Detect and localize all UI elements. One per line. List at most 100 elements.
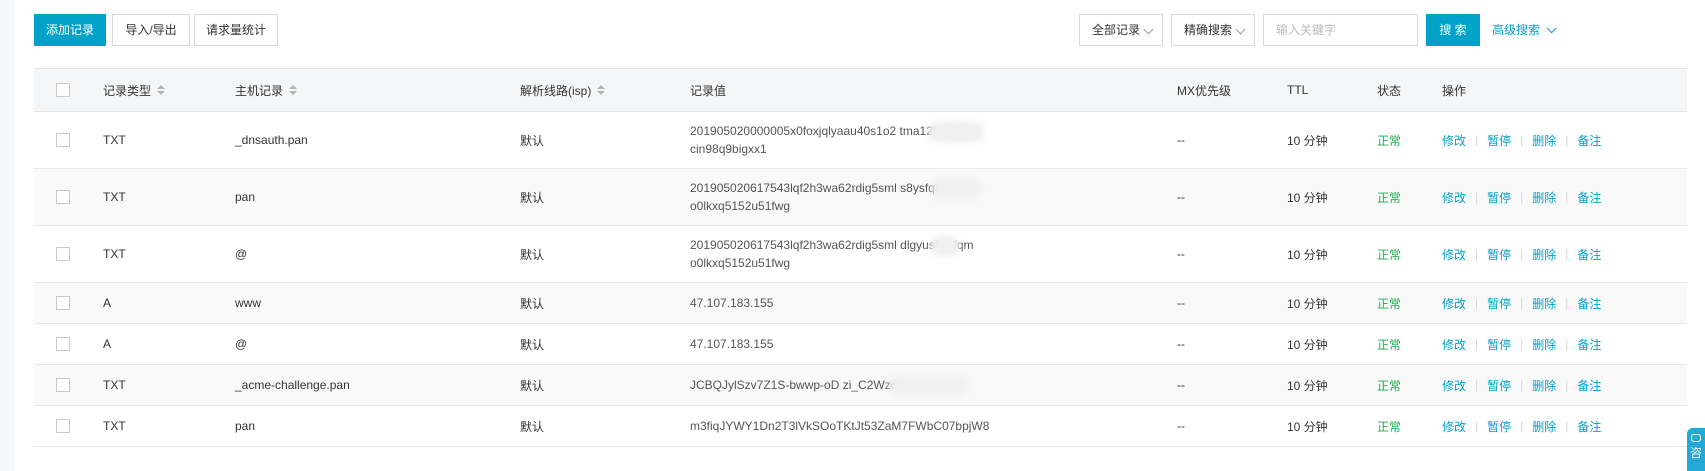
- pause-link[interactable]: 暂停: [1487, 246, 1511, 263]
- record-value-cell: 201905020617543lqf2h3wa62rdig5sml dlgyus…: [690, 226, 974, 282]
- note-link[interactable]: 备注: [1577, 132, 1601, 149]
- record-value-cell: 201905020000005x0foxjqlyaau40s1o2 tma12l…: [690, 112, 964, 168]
- table-row: TXT _acme-challenge.pan 默认 JCBQJylSzv7Z1S-b…: [34, 365, 1687, 406]
- divider: |: [1520, 296, 1524, 310]
- record-filter-select[interactable]: 全部记录: [1079, 14, 1163, 46]
- mx-priority: --: [1177, 190, 1185, 204]
- pause-link[interactable]: 暂停: [1487, 418, 1511, 435]
- resolve-line: 默认: [520, 419, 545, 434]
- note-link[interactable]: 备注: [1577, 418, 1601, 435]
- search-mode-select[interactable]: 精确搜索: [1171, 14, 1255, 46]
- edit-link[interactable]: 修改: [1442, 418, 1466, 435]
- pause-link[interactable]: 暂停: [1487, 132, 1511, 149]
- select-all-checkbox[interactable]: [56, 83, 70, 97]
- status-badge: 正常: [1377, 378, 1402, 393]
- divider: |: [1565, 133, 1569, 147]
- row-checkbox[interactable]: [56, 133, 70, 147]
- row-actions: 修改 | 暂停 | 删除 | 备注: [1442, 283, 1601, 323]
- edit-link[interactable]: 修改: [1442, 377, 1466, 394]
- edit-link[interactable]: 修改: [1442, 132, 1466, 149]
- pause-link[interactable]: 暂停: [1487, 336, 1511, 353]
- row-checkbox[interactable]: [56, 247, 70, 261]
- advanced-search-link[interactable]: 高级搜索: [1492, 14, 1557, 46]
- table-row: TXT @ 默认 201905020617543lqf2h3wa62rdig5sml …: [34, 226, 1687, 283]
- edit-link[interactable]: 修改: [1442, 246, 1466, 263]
- delete-link[interactable]: 删除: [1532, 418, 1556, 435]
- records-table: 记录类型 主机记录 解析线路(isp) 记录值 MX优先级 TTL 状态 操作 …: [34, 68, 1687, 447]
- sort-icon[interactable]: [157, 85, 166, 95]
- header-line[interactable]: 解析线路(isp): [520, 69, 606, 111]
- divider: |: [1520, 419, 1524, 433]
- toolbar: 添加记录 导入/导出 请求量统计 全部记录 精确搜索 搜 索 高级搜索: [34, 14, 1705, 46]
- row-checkbox[interactable]: [56, 419, 70, 433]
- record-type: TXT: [103, 378, 126, 392]
- divider: |: [1565, 378, 1569, 392]
- divider: |: [1565, 296, 1569, 310]
- divider: |: [1475, 296, 1479, 310]
- status-badge: 正常: [1377, 337, 1402, 352]
- ttl-value: 10 分钟: [1287, 419, 1328, 434]
- note-link[interactable]: 备注: [1577, 336, 1601, 353]
- row-actions: 修改 | 暂停 | 删除 | 备注: [1442, 365, 1601, 405]
- divider: |: [1520, 378, 1524, 392]
- record-filter-value: 全部记录: [1092, 23, 1141, 37]
- resolve-line: 默认: [520, 296, 545, 311]
- record-type: TXT: [103, 247, 126, 261]
- delete-link[interactable]: 删除: [1532, 132, 1556, 149]
- header-host[interactable]: 主机记录: [235, 69, 298, 111]
- consult-helper-tab[interactable]: 咨: [1687, 428, 1705, 471]
- row-select-cell: [56, 169, 70, 225]
- divider: |: [1565, 190, 1569, 204]
- pause-link[interactable]: 暂停: [1487, 377, 1511, 394]
- note-link[interactable]: 备注: [1577, 377, 1601, 394]
- host-record: _acme-challenge.pan: [235, 378, 350, 392]
- edit-link[interactable]: 修改: [1442, 295, 1466, 312]
- select-all-cell: [56, 69, 70, 111]
- row-actions: 修改 | 暂停 | 删除 | 备注: [1442, 406, 1601, 446]
- status-badge: 正常: [1377, 247, 1402, 262]
- pause-link[interactable]: 暂停: [1487, 189, 1511, 206]
- host-record: pan: [235, 419, 256, 433]
- delete-link[interactable]: 删除: [1532, 336, 1556, 353]
- row-actions: 修改 | 暂停 | 删除 | 备注: [1442, 324, 1601, 364]
- note-link[interactable]: 备注: [1577, 246, 1601, 263]
- delete-link[interactable]: 删除: [1532, 295, 1556, 312]
- divider: |: [1520, 337, 1524, 351]
- row-checkbox[interactable]: [56, 378, 70, 392]
- sort-icon[interactable]: [289, 85, 298, 95]
- divider: |: [1475, 190, 1479, 204]
- row-select-cell: [56, 283, 70, 323]
- record-type: A: [103, 337, 112, 351]
- row-checkbox[interactable]: [56, 190, 70, 204]
- table-row: TXT pan 默认 m3fiqJYWY1Dn2T3lVkSOoTKtJt53ZaM7…: [34, 406, 1687, 447]
- header-type-label: 记录类型: [103, 83, 152, 98]
- header-type[interactable]: 记录类型: [103, 69, 166, 111]
- row-select-cell: [56, 112, 70, 168]
- delete-link[interactable]: 删除: [1532, 377, 1556, 394]
- delete-link[interactable]: 删除: [1532, 246, 1556, 263]
- dns-records-panel: 添加记录 导入/导出 请求量统计 全部记录 精确搜索 搜 索 高级搜索 记录类型…: [14, 0, 1705, 471]
- request-stats-button[interactable]: 请求量统计: [194, 14, 278, 46]
- row-actions: 修改 | 暂停 | 删除 | 备注: [1442, 226, 1601, 282]
- keyword-search-input[interactable]: [1263, 14, 1418, 46]
- note-link[interactable]: 备注: [1577, 189, 1601, 206]
- ttl-value: 10 分钟: [1287, 378, 1328, 393]
- pause-link[interactable]: 暂停: [1487, 295, 1511, 312]
- row-checkbox[interactable]: [56, 296, 70, 310]
- search-button[interactable]: 搜 索: [1426, 14, 1480, 46]
- record-value-cell: JCBQJylSzv7Z1S-bwwp-oD zi_C2Wzdk: [690, 365, 903, 405]
- row-select-cell: [56, 406, 70, 446]
- delete-link[interactable]: 删除: [1532, 189, 1556, 206]
- add-record-button[interactable]: 添加记录: [34, 14, 106, 46]
- edit-link[interactable]: 修改: [1442, 189, 1466, 206]
- note-link[interactable]: 备注: [1577, 295, 1601, 312]
- edit-link[interactable]: 修改: [1442, 336, 1466, 353]
- record-value-cell: m3fiqJYWY1Dn2T3lVkSOoTKtJt53ZaM7FWbC07bp…: [690, 406, 989, 446]
- row-checkbox[interactable]: [56, 337, 70, 351]
- record-type: TXT: [103, 190, 126, 204]
- sort-icon[interactable]: [597, 85, 606, 95]
- row-select-cell: [56, 365, 70, 405]
- import-export-button[interactable]: 导入/导出: [112, 14, 190, 46]
- row-actions: 修改 | 暂停 | 删除 | 备注: [1442, 169, 1601, 225]
- redaction-blur: [928, 122, 984, 142]
